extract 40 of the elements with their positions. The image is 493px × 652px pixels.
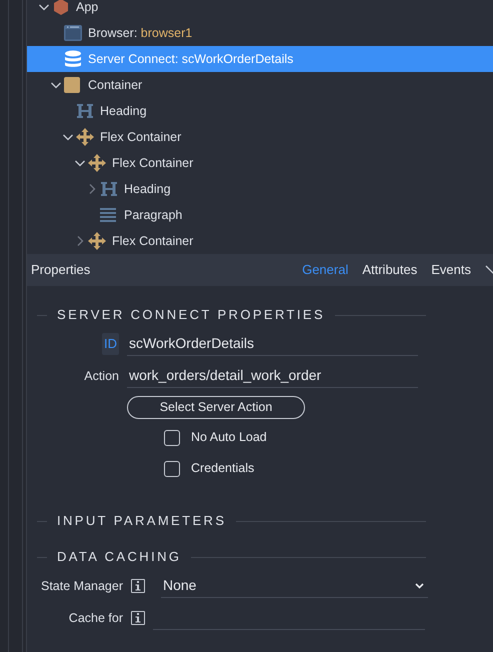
id-badge: ID (102, 333, 119, 355)
info-icon[interactable] (131, 579, 145, 593)
tab[interactable]: Attributes (362, 260, 418, 280)
move-arrows-icon (76, 128, 94, 146)
section-title: SERVER CONNECT PROPERTIES (56, 306, 326, 324)
field-label: Action (84, 368, 119, 385)
select-field[interactable]: None (161, 574, 428, 598)
cube-icon (52, 0, 70, 16)
section-title: INPUT PARAMETERS (56, 512, 228, 530)
heading-icon (76, 103, 94, 119)
field-label: Cache for (68, 610, 123, 627)
input-field[interactable]: work_orders/detail_work_order (127, 364, 418, 388)
tree-item[interactable]: Heading (27, 176, 493, 202)
heading-icon (100, 181, 118, 197)
input-field[interactable]: scWorkOrderDetails (127, 332, 418, 356)
move-arrows-icon (88, 232, 106, 250)
select-action-button[interactable]: Select Server Action (127, 396, 305, 418)
checkbox[interactable] (164, 430, 180, 446)
window-icon (64, 25, 82, 41)
tree-item[interactable]: Flex Container (27, 150, 493, 176)
tree-item[interactable]: App (27, 0, 493, 20)
square-icon (64, 77, 80, 93)
tab[interactable]: Events (431, 260, 471, 280)
tab[interactable]: General (302, 260, 348, 280)
tree-item[interactable]: Flex Container (27, 228, 493, 254)
info-icon[interactable] (131, 611, 145, 625)
tree-item[interactable]: Paragraph (27, 202, 493, 228)
panel-title: Properties (31, 261, 92, 280)
tree-item[interactable]: Heading (27, 98, 493, 124)
checkbox-label: No Auto Load (191, 429, 267, 446)
checkbox[interactable] (164, 460, 180, 476)
paragraph-lines-icon (100, 208, 116, 222)
tree-item[interactable]: Browser: browser1 (27, 20, 493, 46)
tree-item[interactable]: Container (27, 72, 493, 98)
move-arrows-icon (88, 154, 106, 172)
checkbox-label: Credentials (191, 460, 254, 478)
field-label: State Manager (41, 578, 123, 595)
tree-item[interactable]: Flex Container (27, 124, 493, 150)
database-icon (64, 50, 82, 68)
section-title: DATA CACHING (56, 548, 182, 566)
